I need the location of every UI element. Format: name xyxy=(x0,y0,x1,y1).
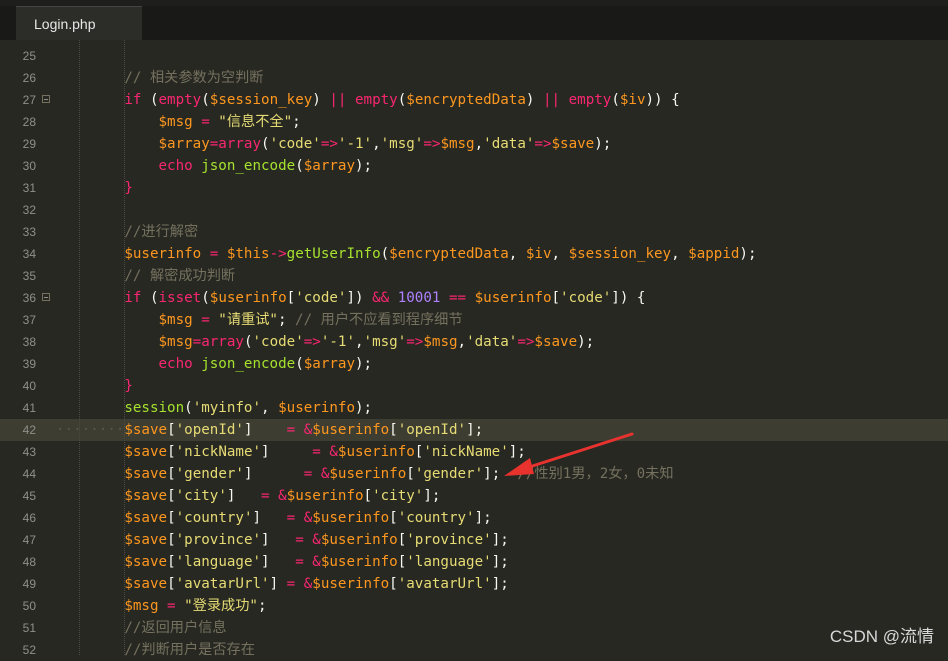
line-number: 52 xyxy=(22,643,36,657)
code-text: // 相关参数为空判断 xyxy=(124,70,264,86)
line-number: 31 xyxy=(22,181,36,195)
code-text: $msg = "登录成功"; xyxy=(124,598,267,614)
code-line[interactable]: 49 $save['avatarUrl'] = &$userinfo['avat… xyxy=(0,573,948,595)
indent-guide xyxy=(124,40,126,655)
code-line[interactable]: 47 $save['province'] = &$userinfo['provi… xyxy=(0,529,948,551)
code-line[interactable]: 42 ········$save['openId'] = &$userinfo['… xyxy=(0,419,948,441)
code-line[interactable]: 29 $array=array('code'=>'-1','msg'=>$msg… xyxy=(0,133,948,155)
fold-toggle-icon[interactable] xyxy=(42,293,50,301)
code-line[interactable]: 38 $msg=array('code'=>'-1','msg'=>$msg,'… xyxy=(0,331,948,353)
line-number: 36 xyxy=(22,291,36,305)
code-line[interactable]: 40 } xyxy=(0,375,948,397)
code-line[interactable]: 44 $save['gender'] = &$userinfo['gender'… xyxy=(0,463,948,485)
line-number: 42 xyxy=(22,423,36,437)
code-text: } xyxy=(124,180,133,196)
code-line[interactable]: 34 $userinfo = $this->getUserInfo($encry… xyxy=(0,243,948,265)
line-number: 44 xyxy=(22,467,36,481)
code-text: //进行解密 xyxy=(124,224,199,240)
line-number: 41 xyxy=(22,401,36,415)
line-number: 39 xyxy=(22,357,36,371)
code-text: echo json_encode($array); xyxy=(158,356,373,372)
line-number: 29 xyxy=(22,137,36,151)
code-text: $save['city'] = &$userinfo['city']; xyxy=(124,488,441,504)
code-text: $msg=array('code'=>'-1','msg'=>$msg,'dat… xyxy=(158,334,595,350)
line-number: 35 xyxy=(22,269,36,283)
code-text: $msg = "信息不全"; xyxy=(158,114,301,130)
line-number: 50 xyxy=(22,599,36,613)
line-number: 48 xyxy=(22,555,36,569)
line-number: 28 xyxy=(22,115,36,129)
annotation-arrow-icon xyxy=(504,432,634,476)
code-line[interactable]: 37 $msg = "请重试"; // 用户不应看到程序细节 xyxy=(0,309,948,331)
line-number: 33 xyxy=(22,225,36,239)
code-line[interactable]: 35 // 解密成功判断 xyxy=(0,265,948,287)
line-number: 27 xyxy=(22,93,36,107)
code-text: $array=array('code'=>'-1','msg'=>$msg,'d… xyxy=(158,136,612,152)
line-number: 34 xyxy=(22,247,36,261)
code-line[interactable]: 28 $msg = "信息不全"; xyxy=(0,111,948,133)
code-text: $save['nickName'] = &$userinfo['nickName… xyxy=(124,444,526,460)
line-number: 37 xyxy=(22,313,36,327)
tab-bar: Login.php xyxy=(0,6,948,40)
code-line[interactable]: 27 if (empty($session_key) || empty($enc… xyxy=(0,89,948,111)
line-number: 25 xyxy=(22,49,36,63)
line-number: 32 xyxy=(22,203,36,217)
line-number: 38 xyxy=(22,335,36,349)
tab-login-php[interactable]: Login.php xyxy=(16,6,142,40)
code-text: // 解密成功判断 xyxy=(124,268,236,284)
code-line[interactable]: 51 //返回用户信息 xyxy=(0,617,948,639)
line-number: 46 xyxy=(22,511,36,525)
code-line[interactable]: 41 session('myinfo', $userinfo); xyxy=(0,397,948,419)
line-number: 26 xyxy=(22,71,36,85)
code-text: session('myinfo', $userinfo); xyxy=(124,400,373,416)
line-number: 45 xyxy=(22,489,36,503)
code-line[interactable]: 43 $save['nickName'] = &$userinfo['nickN… xyxy=(0,441,948,463)
code-line[interactable]: 52 //判断用户是否存在 xyxy=(0,639,948,661)
line-number: 30 xyxy=(22,159,36,173)
tab-title: Login.php xyxy=(34,16,96,32)
code-text: $save['country'] = &$userinfo['country']… xyxy=(124,510,492,526)
code-line[interactable]: 25 xyxy=(0,45,948,67)
code-line[interactable]: 45 $save['city'] = &$userinfo['city']; xyxy=(0,485,948,507)
code-text: if (isset($userinfo['code']) && 10001 ==… xyxy=(124,290,646,306)
line-number: 49 xyxy=(22,577,36,591)
code-line[interactable]: 39 echo json_encode($array); xyxy=(0,353,948,375)
code-line[interactable]: 32 xyxy=(0,199,948,221)
code-line[interactable]: 50 $msg = "登录成功"; xyxy=(0,595,948,617)
code-text: ········$save['openId'] = &$userinfo['op… xyxy=(56,422,484,438)
fold-toggle-icon[interactable] xyxy=(42,95,50,103)
line-number: 47 xyxy=(22,533,36,547)
line-number: 40 xyxy=(22,379,36,393)
code-line[interactable]: 33 //进行解密 xyxy=(0,221,948,243)
code-editor[interactable]: 25 26 // 相关参数为空判断 27 if (empty($session_ke… xyxy=(0,40,948,658)
code-text: } xyxy=(124,378,133,394)
code-text: if (empty($session_key) || empty($encryp… xyxy=(124,92,680,108)
line-number: 51 xyxy=(22,621,36,635)
watermark: CSDN @流情 xyxy=(829,627,934,646)
code-line[interactable]: 46 $save['country'] = &$userinfo['countr… xyxy=(0,507,948,529)
code-text: $msg = "请重试"; // 用户不应看到程序细节 xyxy=(158,312,463,328)
code-text: echo json_encode($array); xyxy=(158,158,373,174)
code-text: //判断用户是否存在 xyxy=(124,642,255,658)
code-line[interactable]: 48 $save['language'] = &$userinfo['langu… xyxy=(0,551,948,573)
code-line[interactable]: 30 echo json_encode($array); xyxy=(0,155,948,177)
code-text: //返回用户信息 xyxy=(124,620,227,636)
code-line[interactable]: 36 if (isset($userinfo['code']) && 10001… xyxy=(0,287,948,309)
code-line[interactable]: 31 } xyxy=(0,177,948,199)
code-text: $userinfo = $this->getUserInfo($encrypte… xyxy=(124,246,757,262)
line-number: 43 xyxy=(22,445,36,459)
indent-guide xyxy=(79,40,81,655)
code-line[interactable]: 26 // 相关参数为空判断 xyxy=(0,67,948,89)
